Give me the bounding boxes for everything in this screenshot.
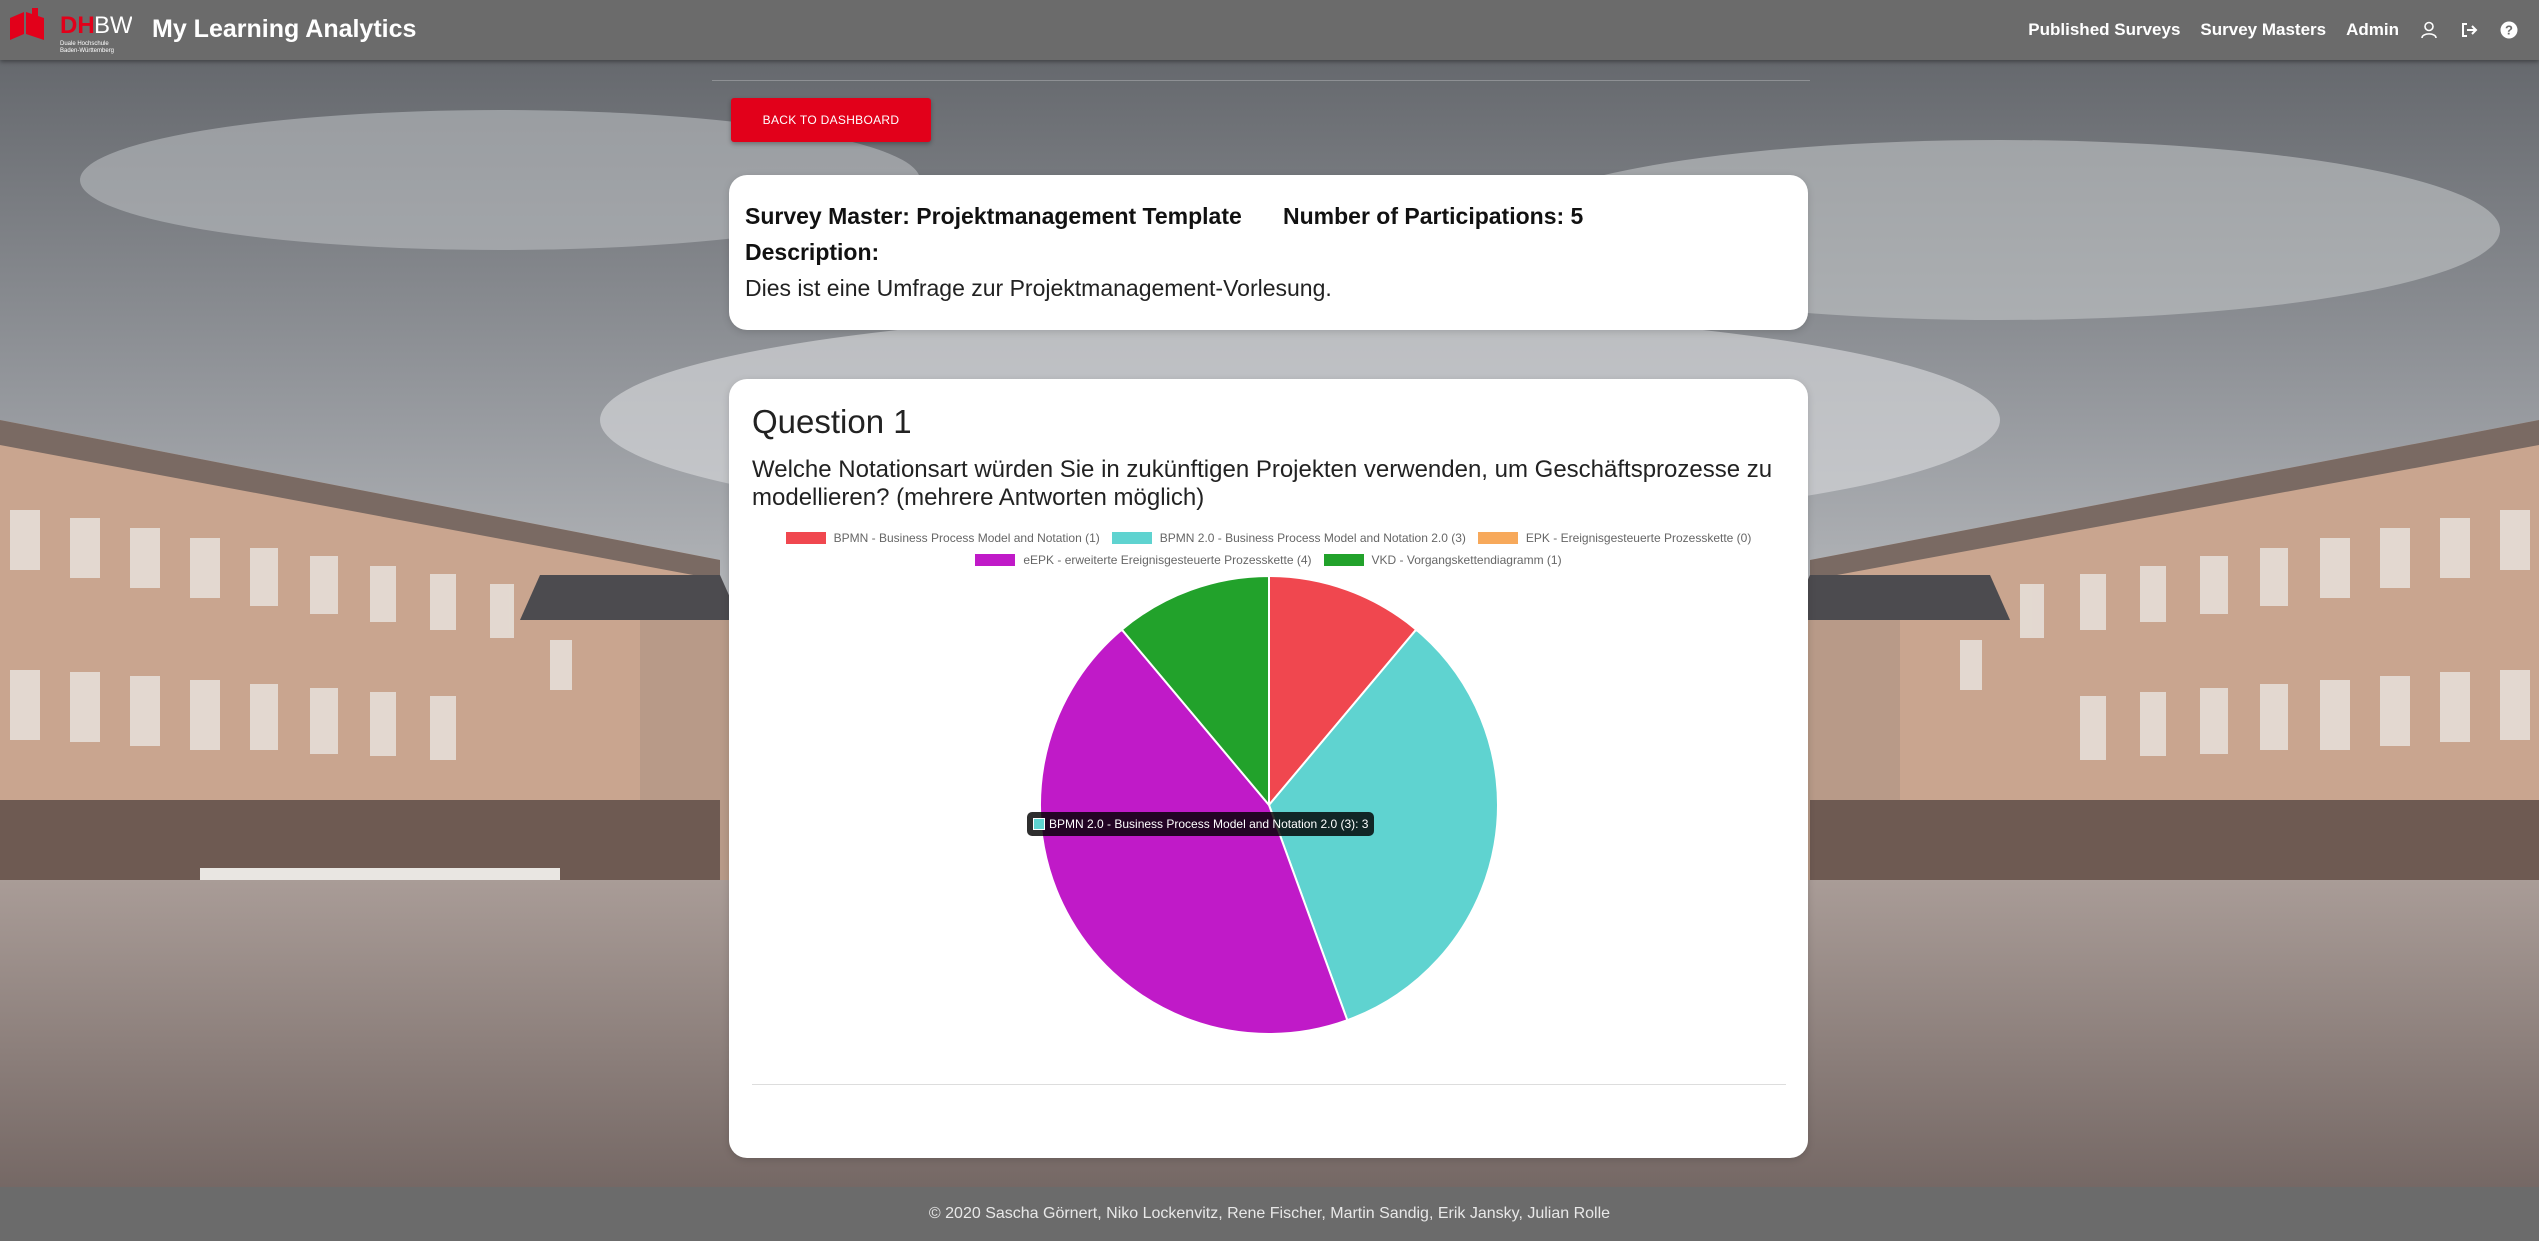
question-text: Welche Notationsart würden Sie in zukünf… <box>752 456 1773 511</box>
legend-swatch <box>785 532 826 544</box>
participations-label: Number of Participations: 5 <box>1283 203 1584 229</box>
legend-swatch <box>1111 532 1152 544</box>
svg-text:BW: BW <box>94 12 132 39</box>
divider <box>752 1084 1786 1085</box>
legend-swatch <box>1477 532 1518 544</box>
legend-swatch <box>975 554 1016 566</box>
nav-survey-masters[interactable]: Survey Masters <box>2200 20 2326 40</box>
legend-item[interactable]: EPK - Ereignisgesteuerte Prozesskette (0… <box>1477 531 1752 545</box>
nav-published-surveys[interactable]: Published Surveys <box>2028 20 2180 40</box>
legend-item[interactable]: BPMN 2.0 - Business Process Model and No… <box>1111 531 1466 545</box>
svg-text:?: ? <box>2505 23 2513 38</box>
legend-label: BPMN 2.0 - Business Process Model and No… <box>1159 531 1466 545</box>
svg-text:Duale Hochschule: Duale Hochschule <box>60 41 109 47</box>
legend-swatch <box>1323 554 1364 566</box>
svg-text:Baden-Württemberg: Baden-Württemberg <box>60 48 114 54</box>
legend-label: VKD - Vorgangskettendiagramm (1) <box>1371 553 1562 567</box>
question-card: Question 1 Welche Notationsart würden Si… <box>729 379 1808 1158</box>
survey-header-row: Survey Master: Projektmanagement Templat… <box>745 203 1583 230</box>
question-title: Question 1 <box>752 403 912 440</box>
chart-legend: BPMN - Business Process Model and Notati… <box>729 527 1808 571</box>
description-label: Description: <box>745 239 880 265</box>
legend-label: eEPK - erweiterte Ereignisgesteuerte Pro… <box>1023 553 1312 567</box>
svg-text:DH: DH <box>60 12 95 39</box>
legend-item[interactable]: BPMN - Business Process Model and Notati… <box>785 531 1100 545</box>
top-navbar: DH BW Duale Hochschule Baden-Württemberg… <box>0 0 2539 60</box>
app-title[interactable]: My Learning Analytics <box>152 15 416 44</box>
legend-row-2: eEPK - erweiterte Ereignisgesteuerte Pro… <box>729 549 1808 571</box>
tooltip-text: BPMN 2.0 - Business Process Model and No… <box>1049 817 1369 831</box>
tooltip-swatch <box>1033 818 1045 830</box>
divider <box>712 80 1810 81</box>
dhbw-logo[interactable]: DH BW Duale Hochschule Baden-Württemberg <box>10 8 133 56</box>
legend-item[interactable]: eEPK - erweiterte Ereignisgesteuerte Pro… <box>975 553 1312 567</box>
user-icon[interactable] <box>2419 20 2439 40</box>
legend-label: EPK - Ereignisgesteuerte Prozesskette (0… <box>1525 531 1752 545</box>
survey-info-card: Survey Master: Projektmanagement Templat… <box>729 175 1808 330</box>
legend-item[interactable]: VKD - Vorgangskettendiagramm (1) <box>1323 553 1562 567</box>
footer: © 2020 Sascha Görnert, Niko Lockenvitz, … <box>0 1187 2539 1241</box>
nav-admin[interactable]: Admin <box>2346 20 2399 40</box>
back-to-dashboard-button[interactable]: BACK TO DASHBOARD <box>731 98 931 142</box>
description-text: Dies ist eine Umfrage zur Projektmanagem… <box>745 275 1332 301</box>
chart-tooltip: BPMN 2.0 - Business Process Model and No… <box>1027 812 1375 836</box>
pie-chart[interactable] <box>1038 574 1500 1036</box>
legend-row-1: BPMN - Business Process Model and Notati… <box>729 527 1808 549</box>
legend-label: BPMN - Business Process Model and Notati… <box>833 531 1100 545</box>
survey-master-label: Survey Master: Projektmanagement Templat… <box>745 203 1242 229</box>
nav-menu: Published Surveys Survey Masters Admin ? <box>2028 0 2519 60</box>
logout-icon[interactable] <box>2459 20 2479 40</box>
help-icon[interactable]: ? <box>2499 20 2519 40</box>
